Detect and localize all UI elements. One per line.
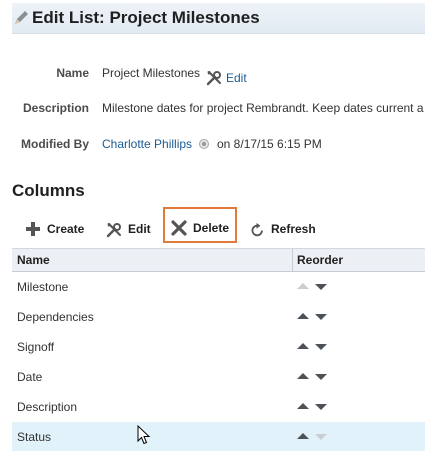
move-down-icon[interactable] xyxy=(315,284,327,290)
row-name-cell: Status xyxy=(17,430,52,444)
modified-by-user-link[interactable]: Charlotte Phillips xyxy=(102,137,192,151)
modified-by-label: Modified By xyxy=(21,137,89,151)
reorder-controls xyxy=(297,313,331,322)
edit-button-label: Edit xyxy=(128,222,151,236)
move-down-icon[interactable] xyxy=(315,374,327,380)
row-name-cell: Dependencies xyxy=(17,310,94,324)
table-header: Name Reorder xyxy=(12,248,425,272)
page-title: Edit List: Project Milestones xyxy=(32,8,260,27)
columns-section-title: Columns xyxy=(12,181,85,200)
reorder-controls xyxy=(297,403,331,412)
table-row[interactable]: Dependencies xyxy=(12,302,425,332)
reorder-controls xyxy=(297,283,331,292)
modified-on-text: on 8/17/15 6:15 PM xyxy=(217,137,322,151)
plus-icon xyxy=(26,222,40,236)
row-name-cell: Signoff xyxy=(17,340,55,354)
row-name-cell: Description xyxy=(17,400,78,414)
name-label: Name xyxy=(56,66,89,80)
move-down-icon[interactable] xyxy=(315,314,327,320)
move-up-icon[interactable] xyxy=(297,373,309,379)
delete-button-label: Delete xyxy=(193,221,230,235)
wrench-screwdriver-icon xyxy=(206,71,221,86)
table-row[interactable]: Status xyxy=(12,422,425,452)
reorder-controls xyxy=(297,433,331,442)
mouse-cursor-icon xyxy=(137,425,151,445)
create-button[interactable]: Create xyxy=(24,216,90,242)
refresh-button-label: Refresh xyxy=(271,222,316,236)
column-header-name[interactable]: Name xyxy=(17,253,50,267)
move-up-icon[interactable] xyxy=(297,343,309,349)
row-name-cell: Date xyxy=(17,370,43,384)
x-icon xyxy=(171,220,187,236)
row-name-cell: Milestone xyxy=(17,280,69,294)
reorder-controls xyxy=(297,373,331,382)
wrench-screwdriver-icon xyxy=(106,223,121,238)
edit-link-label: Edit xyxy=(226,71,247,85)
table-row[interactable]: Milestone xyxy=(12,272,425,302)
table-row[interactable]: Description xyxy=(12,392,425,422)
edit-button[interactable]: Edit xyxy=(106,216,156,242)
move-up-icon[interactable] xyxy=(297,403,309,409)
move-up-icon[interactable] xyxy=(297,433,309,439)
page-header: Edit List: Project Milestones xyxy=(12,3,425,34)
description-label: Description xyxy=(22,101,89,115)
refresh-button[interactable]: Refresh xyxy=(250,216,320,242)
delete-button[interactable]: Delete xyxy=(163,207,237,243)
column-divider xyxy=(292,249,293,271)
presence-status-icon[interactable] xyxy=(199,139,209,149)
move-up-icon xyxy=(297,283,309,289)
create-button-label: Create xyxy=(47,222,85,236)
description-value: Milestone dates for project Rembrandt. K… xyxy=(102,101,424,115)
columns-table: Name Reorder Milestone Dependencies Signof… xyxy=(12,248,425,452)
table-row[interactable]: Signoff xyxy=(12,332,425,362)
name-value: Project Milestones xyxy=(102,66,201,80)
move-down-icon[interactable] xyxy=(315,344,327,350)
table-row[interactable]: Date xyxy=(12,362,425,392)
column-header-reorder[interactable]: Reorder xyxy=(297,253,343,267)
pencil-icon xyxy=(15,11,28,24)
move-up-icon[interactable] xyxy=(297,313,309,319)
move-down-icon xyxy=(315,434,327,440)
refresh-icon xyxy=(251,223,263,237)
reorder-controls xyxy=(297,343,331,352)
move-down-icon[interactable] xyxy=(315,404,327,410)
